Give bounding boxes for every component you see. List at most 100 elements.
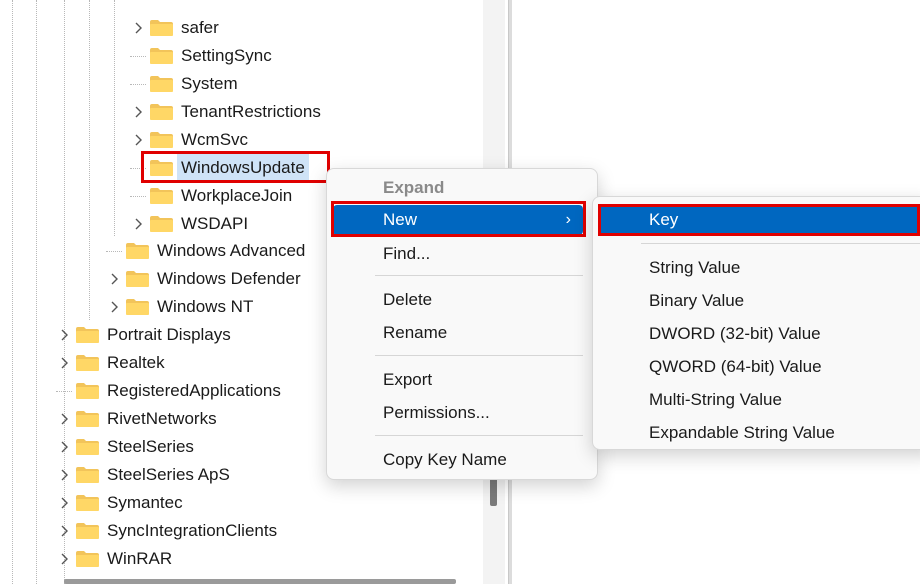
tree-node-label: SyncIntegrationClients xyxy=(107,521,278,540)
chevron-right-icon[interactable] xyxy=(56,489,72,517)
chevron-right-icon[interactable] xyxy=(130,98,146,126)
chevron-right-icon[interactable] xyxy=(56,517,72,545)
chevron-right-icon[interactable] xyxy=(130,14,146,42)
folder-icon xyxy=(76,551,99,567)
submenu-item-multi-string-value[interactable]: Multi-String Value xyxy=(599,385,919,415)
menu-item-label: Expandable String Value xyxy=(649,423,835,442)
submenu-item-key[interactable]: Key xyxy=(599,205,919,235)
menu-item-delete[interactable]: Delete xyxy=(333,285,583,315)
folder-icon xyxy=(126,243,149,259)
tree-node-label: WinRAR xyxy=(107,549,173,568)
tree-branch-line xyxy=(56,390,72,392)
tree-node-label: Windows NT xyxy=(157,297,254,316)
tree-branch-line xyxy=(130,167,146,169)
tree-branch-line xyxy=(106,250,122,252)
tree-node-label: SteelSeries ApS xyxy=(107,465,230,484)
tree-node[interactable]: RegisteredApplications xyxy=(56,377,281,405)
submenu-item-qword-value[interactable]: QWORD (64-bit) Value xyxy=(599,352,919,382)
horizontal-scrollbar-thumb[interactable] xyxy=(64,579,456,584)
chevron-right-icon[interactable] xyxy=(106,265,122,293)
tree-node[interactable]: SettingSync xyxy=(130,42,272,70)
chevron-right-icon[interactable] xyxy=(56,461,72,489)
tree-node[interactable]: Portrait Displays xyxy=(56,321,231,349)
chevron-right-icon[interactable] xyxy=(56,433,72,461)
tree-guide-line xyxy=(12,0,13,584)
menu-separator xyxy=(375,355,583,356)
tree-node[interactable]: WorkplaceJoin xyxy=(130,182,292,210)
menu-item-label: Expand xyxy=(383,178,445,197)
tree-node-label: WSDAPI xyxy=(181,214,249,233)
chevron-right-icon[interactable] xyxy=(130,210,146,238)
submenu-item-expandable-string-value[interactable]: Expandable String Value xyxy=(599,418,919,448)
tree-node[interactable]: System xyxy=(130,70,238,98)
tree-node-label: SettingSync xyxy=(181,46,272,65)
chevron-right-icon[interactable] xyxy=(56,321,72,349)
tree-node-label: Windows Advanced xyxy=(157,241,306,260)
menu-item-label: Binary Value xyxy=(649,291,745,310)
menu-item-label: DWORD (32-bit) Value xyxy=(649,324,821,343)
menu-item-export[interactable]: Export xyxy=(333,365,583,395)
submenu-item-binary-value[interactable]: Binary Value xyxy=(599,286,919,316)
menu-item-copy-key-name[interactable]: Copy Key Name xyxy=(333,445,583,475)
menu-item-rename[interactable]: Rename xyxy=(333,318,583,348)
tree-node-selected[interactable]: WindowsUpdate xyxy=(130,154,309,182)
folder-icon xyxy=(150,132,173,148)
folder-icon xyxy=(76,411,99,427)
tree-node[interactable]: TenantRestrictions xyxy=(130,98,321,126)
tree-node[interactable]: SteelSeries xyxy=(56,433,194,461)
tree-node[interactable]: WcmSvc xyxy=(130,126,248,154)
tree-branch-line xyxy=(130,55,146,57)
menu-item-new[interactable]: New › xyxy=(333,205,583,235)
context-menu: Expand New › Find... Delete Rename Expor… xyxy=(326,168,598,480)
tree-node-label: Windows Defender xyxy=(157,269,301,288)
menu-item-label: Delete xyxy=(383,290,433,309)
menu-item-label: New xyxy=(383,210,418,229)
menu-item-label: Rename xyxy=(383,323,448,342)
menu-item-label: Key xyxy=(649,210,679,229)
menu-item-permissions[interactable]: Permissions... xyxy=(333,398,583,428)
tree-guide-line xyxy=(114,0,115,236)
tree-node[interactable]: RivetNetworks xyxy=(56,405,217,433)
folder-icon xyxy=(76,383,99,399)
tree-node[interactable]: Windows Defender xyxy=(106,265,301,293)
chevron-right-icon[interactable] xyxy=(130,126,146,154)
menu-item-label: QWORD (64-bit) Value xyxy=(649,357,822,376)
tree-node[interactable]: WSDAPI xyxy=(130,210,248,238)
menu-item-label: Permissions... xyxy=(383,403,490,422)
folder-icon xyxy=(126,299,149,315)
tree-node[interactable]: Windows Advanced xyxy=(106,237,305,265)
vertical-scrollbar-thumb[interactable] xyxy=(490,478,497,506)
tree-node-label: safer xyxy=(181,18,219,37)
tree-node-label: SteelSeries xyxy=(107,437,194,456)
tree-node[interactable]: SteelSeries ApS xyxy=(56,461,230,489)
chevron-right-icon[interactable] xyxy=(56,349,72,377)
menu-item-label: String Value xyxy=(649,258,741,277)
folder-icon xyxy=(76,467,99,483)
tree-branch-line xyxy=(130,195,146,197)
tree-node[interactable]: WinRAR xyxy=(56,545,172,573)
folder-icon xyxy=(76,495,99,511)
menu-item-find[interactable]: Find... xyxy=(333,239,583,269)
submenu-item-dword-value[interactable]: DWORD (32-bit) Value xyxy=(599,319,919,349)
chevron-right-icon[interactable] xyxy=(56,405,72,433)
folder-icon xyxy=(150,20,173,36)
chevron-right-icon[interactable] xyxy=(56,545,72,573)
folder-icon xyxy=(76,327,99,343)
menu-item-label: Find... xyxy=(383,244,431,263)
tree-node[interactable]: Realtek xyxy=(56,349,165,377)
tree-node-label: Symantec xyxy=(107,493,183,512)
tree-node-label: System xyxy=(181,74,238,93)
folder-icon xyxy=(76,523,99,539)
tree-node[interactable]: Symantec xyxy=(56,489,183,517)
tree-node[interactable]: SyncIntegrationClients xyxy=(56,517,277,545)
tree-branch-line xyxy=(130,83,146,85)
menu-item-expand[interactable]: Expand xyxy=(333,173,583,203)
tree-node-label: RegisteredApplications xyxy=(107,381,281,400)
submenu-item-string-value[interactable]: String Value xyxy=(599,253,919,283)
chevron-right-icon[interactable] xyxy=(106,293,122,321)
tree-node[interactable]: Windows NT xyxy=(106,293,253,321)
tree-node[interactable]: safer xyxy=(130,14,219,42)
folder-icon xyxy=(76,439,99,455)
folder-icon xyxy=(150,188,173,204)
tree-node-label: Portrait Displays xyxy=(107,325,231,344)
